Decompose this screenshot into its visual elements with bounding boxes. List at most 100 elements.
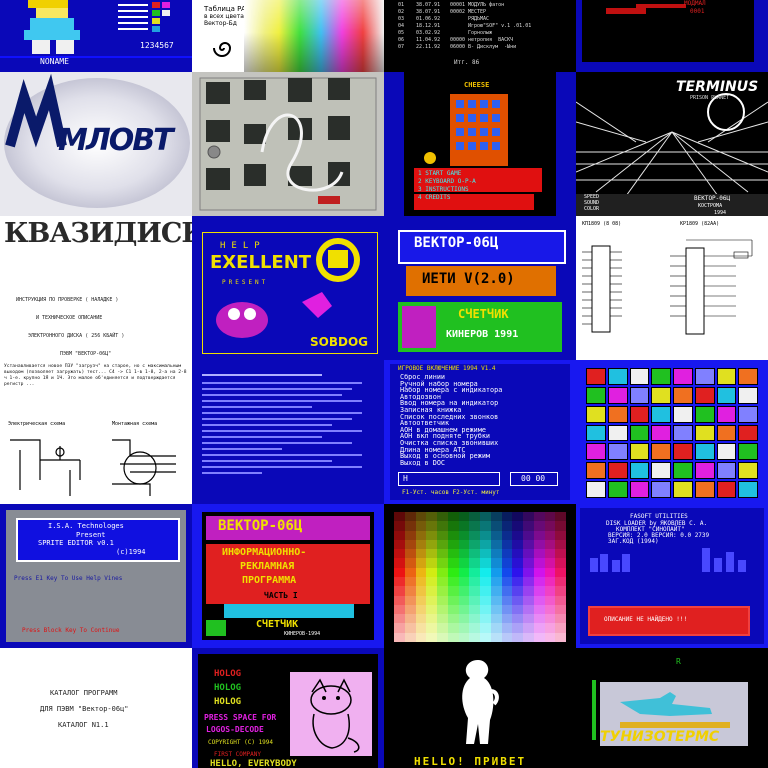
- app-icon[interactable]: [738, 481, 758, 498]
- aon-menu-item[interactable]: Выход в DOC: [400, 459, 502, 467]
- thumb-aon-menu[interactable]: ИГРОВОЕ ВКЛЮЧЕНИЕ 1994 V1.4 Сброс линии Р…: [384, 360, 576, 504]
- palette-swatch: [533, 521, 545, 531]
- thumb-palette-grid[interactable]: [384, 504, 576, 648]
- file-list-row[interactable]: 07 22.11.92 06000 В- Дисклум -Ыни: [398, 44, 558, 51]
- thumb-tourism[interactable]: R ТУНИЗОТЕРМС: [576, 648, 768, 768]
- app-icon[interactable]: [629, 368, 650, 385]
- app-icon[interactable]: [716, 405, 737, 423]
- palette-swatch: [490, 614, 502, 624]
- app-icon[interactable]: [694, 481, 715, 498]
- app-icon[interactable]: [586, 462, 606, 480]
- file-list-cell: 38.07.91: [416, 9, 441, 15]
- app-icon[interactable]: [716, 368, 737, 385]
- thumb-kvazidisk-doc[interactable]: КВАЗИДИСК ИНСТРУКЦИЯ ПО ПРОВЕРКЕ ( НАЛАД…: [0, 216, 192, 360]
- app-icon[interactable]: [607, 368, 628, 385]
- app-icon[interactable]: [694, 462, 715, 480]
- palette-swatch: [426, 623, 437, 633]
- app-icon[interactable]: [651, 368, 671, 385]
- app-icon[interactable]: [586, 443, 606, 461]
- thumb-pal-table[interactable]: Таблица PAL в всех цвета Вектор-Бд: [192, 0, 384, 72]
- app-icon[interactable]: [586, 424, 606, 442]
- thumb-text-screen[interactable]: [192, 360, 384, 504]
- menu-item[interactable]: 3 INSTRUCTIONS: [418, 186, 476, 194]
- app-icon[interactable]: [694, 443, 715, 461]
- app-icon[interactable]: [716, 386, 737, 404]
- thumb-terminus[interactable]: TERMINUS PRISON PLANET SPEED SOUND COLOR…: [576, 72, 768, 216]
- app-icon[interactable]: [607, 386, 628, 404]
- app-icon[interactable]: [738, 368, 758, 385]
- app-icon[interactable]: [607, 443, 628, 461]
- app-icon[interactable]: [607, 462, 628, 480]
- thumb-info-program[interactable]: ВЕКТОР-06Ц ИНФОРМАЦИОННО- РЕКЛАМНАЯ ПРОГ…: [192, 504, 384, 648]
- thumb-exellent[interactable]: HELP EXELLENT PRESENT SOBDOG: [192, 216, 384, 360]
- file-list-row[interactable]: 02 38.07.91 00002 МЕСТЕР: [398, 9, 558, 16]
- thumb-file-list[interactable]: 01 38.07.91 00001 МОДУЛЬ фатон 02 38.07.91 000…: [384, 0, 576, 72]
- file-list-row[interactable]: 01 38.07.91 00001 МОДУЛЬ фатон: [398, 2, 558, 9]
- app-icon[interactable]: [629, 424, 650, 442]
- thumb-icons-grid[interactable]: [576, 360, 768, 504]
- palette-swatch: [469, 512, 480, 522]
- app-icon[interactable]: [738, 424, 758, 442]
- app-icon[interactable]: [586, 405, 606, 423]
- app-icon[interactable]: [607, 405, 628, 423]
- app-icon[interactable]: [673, 462, 693, 480]
- app-icon[interactable]: [586, 386, 606, 404]
- menu-item[interactable]: 4 CREDITS: [418, 194, 476, 202]
- app-icon[interactable]: [673, 424, 693, 442]
- menu-item[interactable]: 1 START GAME: [418, 170, 476, 178]
- app-icon[interactable]: [586, 368, 606, 385]
- file-list-row[interactable]: 05 03.02.92 Горнолыж: [398, 30, 558, 37]
- app-icon[interactable]: [716, 443, 737, 461]
- thumb-disk-loader[interactable]: FASOFT UTILITIES DISK LOADER by ЯКОВЛЕВ …: [576, 504, 768, 648]
- app-icon[interactable]: [651, 386, 671, 404]
- thumb-cheese-game[interactable]: CHEESE 1 START GAME 2 KEYBOARD O-P-A 3 I…: [384, 72, 576, 216]
- app-icon[interactable]: [651, 405, 671, 423]
- app-icon[interactable]: [651, 462, 671, 480]
- app-icon[interactable]: [738, 443, 758, 461]
- app-icon[interactable]: [673, 368, 693, 385]
- thumb-hologram[interactable]: HOLOG HOLOG HOLOG PRESS SPACE FOR LOGOS-…: [192, 648, 384, 768]
- app-icon[interactable]: [629, 462, 650, 480]
- app-icon[interactable]: [738, 462, 758, 480]
- app-icon[interactable]: [673, 405, 693, 423]
- file-list-row[interactable]: 03 01.06.92 РЯДЬМАС: [398, 16, 558, 23]
- app-icon[interactable]: [694, 405, 715, 423]
- app-icon[interactable]: [716, 462, 737, 480]
- app-icon[interactable]: [694, 424, 715, 442]
- file-list-row[interactable]: 06 11.04.92 00000 нетропия ВАСКЧ: [398, 37, 558, 44]
- app-icon[interactable]: [716, 481, 737, 498]
- palette-swatch: [415, 530, 427, 540]
- option-item[interactable]: COLOR: [584, 206, 599, 212]
- app-icon[interactable]: [673, 481, 693, 498]
- app-icon[interactable]: [586, 481, 606, 498]
- app-icon[interactable]: [673, 386, 693, 404]
- thumb-mlovt-logo[interactable]: МЛОВТ: [0, 72, 192, 216]
- thumb-catalog[interactable]: КАТАЛОГ ПРОГРАММ ДЛЯ ПЭВМ "Вектор-06ц" К…: [0, 648, 192, 768]
- thumb-circuit-photo[interactable]: [192, 72, 384, 216]
- thumb-noname[interactable]: NONAME 1234567: [0, 0, 192, 72]
- thumb-red-ship[interactable]: МОДМАЛ 0001: [576, 0, 768, 72]
- thumb-chip-pinout[interactable]: КП1809 (8 08) КР1809 (82АА): [576, 216, 768, 360]
- file-list-row[interactable]: 04 18.12.91 Игрою"SOF" v.1 .01.01: [398, 23, 558, 30]
- app-icon[interactable]: [716, 424, 737, 442]
- app-icon[interactable]: [738, 405, 758, 423]
- thumb-sprite-editor[interactable]: I.S.A. Technologes Present SPRITE EDITOR…: [0, 504, 192, 648]
- app-icon[interactable]: [629, 386, 650, 404]
- app-icon[interactable]: [673, 443, 693, 461]
- thumb-eti[interactable]: ВЕКТОР-06Ц ИЕТИ V(2.0) СЧЕТЧИК КИНЕРОВ 1…: [384, 216, 576, 360]
- thumb-kvazidisk-page2[interactable]: Устанавливается новое ПЗУ "загрузч" на с…: [0, 360, 192, 504]
- app-icon[interactable]: [607, 481, 628, 498]
- app-icon[interactable]: [651, 424, 671, 442]
- thumb-hello[interactable]: HELLO! ПРИВЕТ: [384, 648, 576, 768]
- app-icon[interactable]: [651, 481, 671, 498]
- app-icon[interactable]: [694, 368, 715, 385]
- app-icon[interactable]: [738, 386, 758, 404]
- app-icon[interactable]: [607, 424, 628, 442]
- menu-item[interactable]: 2 KEYBOARD O-P-A: [418, 178, 476, 186]
- app-icon[interactable]: [694, 386, 715, 404]
- app-icon[interactable]: [651, 443, 671, 461]
- aon-input-field[interactable]: Н: [398, 472, 500, 486]
- app-icon[interactable]: [629, 443, 650, 461]
- app-icon[interactable]: [629, 481, 650, 498]
- app-icon[interactable]: [629, 405, 650, 423]
